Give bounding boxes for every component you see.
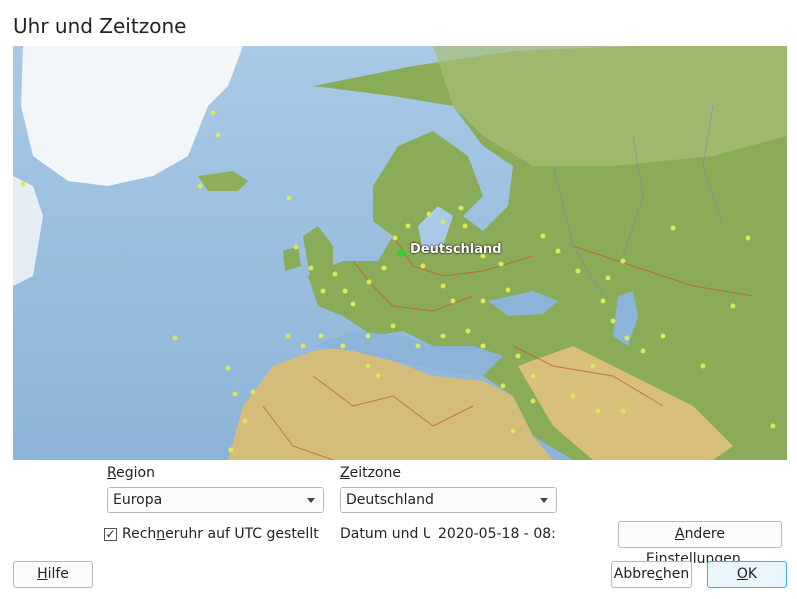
datetime-value: 2020-05-18 - 08:: [438, 526, 556, 542]
utc-label-post: eruhr auf UTC gestellt: [165, 526, 319, 542]
region-label-text: egion: [116, 465, 155, 481]
cancel-mnemonic: c: [655, 566, 663, 582]
checkmark-icon: ✓: [105, 527, 116, 541]
utc-label-pre: Rech: [122, 526, 157, 542]
timezone-label-text: eitzone: [349, 465, 401, 481]
cancel-label-pre: Abbre: [613, 566, 656, 582]
selected-timezone-marker[interactable]: [397, 249, 405, 257]
timezone-label: Zeitzone: [340, 465, 401, 481]
datetime-label: Datum und U: [340, 526, 430, 542]
help-label: ilfe: [47, 566, 69, 582]
ok-button[interactable]: OK: [707, 561, 787, 588]
chevron-down-icon: [307, 498, 315, 503]
region-label-mnemonic: R: [107, 465, 117, 481]
region-label: Region: [107, 465, 155, 481]
other-settings-mnemonic: A: [674, 526, 685, 542]
timezone-map[interactable]: Deutschland: [13, 46, 787, 460]
utc-checkbox[interactable]: ✓: [104, 528, 117, 541]
utc-label-mnemonic: n: [156, 526, 166, 542]
cancel-label-post: hen: [662, 566, 690, 582]
dialog-title: Uhr und Zeitzone: [13, 14, 187, 38]
help-button[interactable]: Hilfe: [13, 561, 93, 588]
help-mnemonic: H: [37, 566, 48, 582]
timezone-combobox[interactable]: Deutschland: [340, 487, 557, 513]
selected-timezone-label: Deutschland: [410, 242, 502, 257]
chevron-down-icon: [540, 498, 548, 503]
ok-label: K: [747, 566, 758, 582]
timezone-label-mnemonic: Z: [340, 465, 350, 481]
other-settings-button[interactable]: Andere Einstellungen...: [618, 521, 782, 567]
world-map-image[interactable]: [13, 46, 787, 460]
timezone-value: Deutschland: [346, 492, 434, 508]
region-value: Europa: [113, 492, 163, 508]
region-combobox[interactable]: Europa: [107, 487, 324, 513]
ok-mnemonic: O: [736, 566, 748, 582]
utc-checkbox-label[interactable]: Rechneruhr auf UTC gestellt: [122, 526, 319, 542]
cancel-button[interactable]: Abbrechen: [611, 561, 692, 588]
